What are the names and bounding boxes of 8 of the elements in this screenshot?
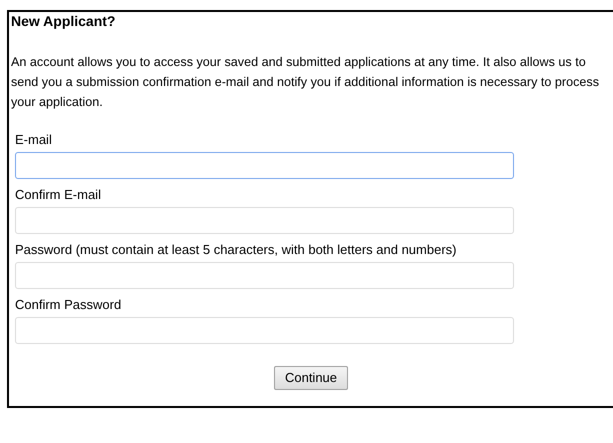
continue-button[interactable]: Continue xyxy=(274,366,348,390)
form-heading: New Applicant? xyxy=(11,12,116,30)
field-label: Password (must contain at least 5 characters, with both letters and numbers) xyxy=(15,241,458,259)
input-field[interactable] xyxy=(15,152,514,179)
field-label: E-mail xyxy=(15,131,53,149)
field-label: Confirm Password xyxy=(15,296,122,314)
field-label: Confirm E-mail xyxy=(15,186,102,204)
intro-paragraph: An account allows you to access your saved and submitted applications at any time. It also allows us to send you a submission confirmation e-mail and notify you if additional information is necessary to process your application. xyxy=(11,54,600,111)
